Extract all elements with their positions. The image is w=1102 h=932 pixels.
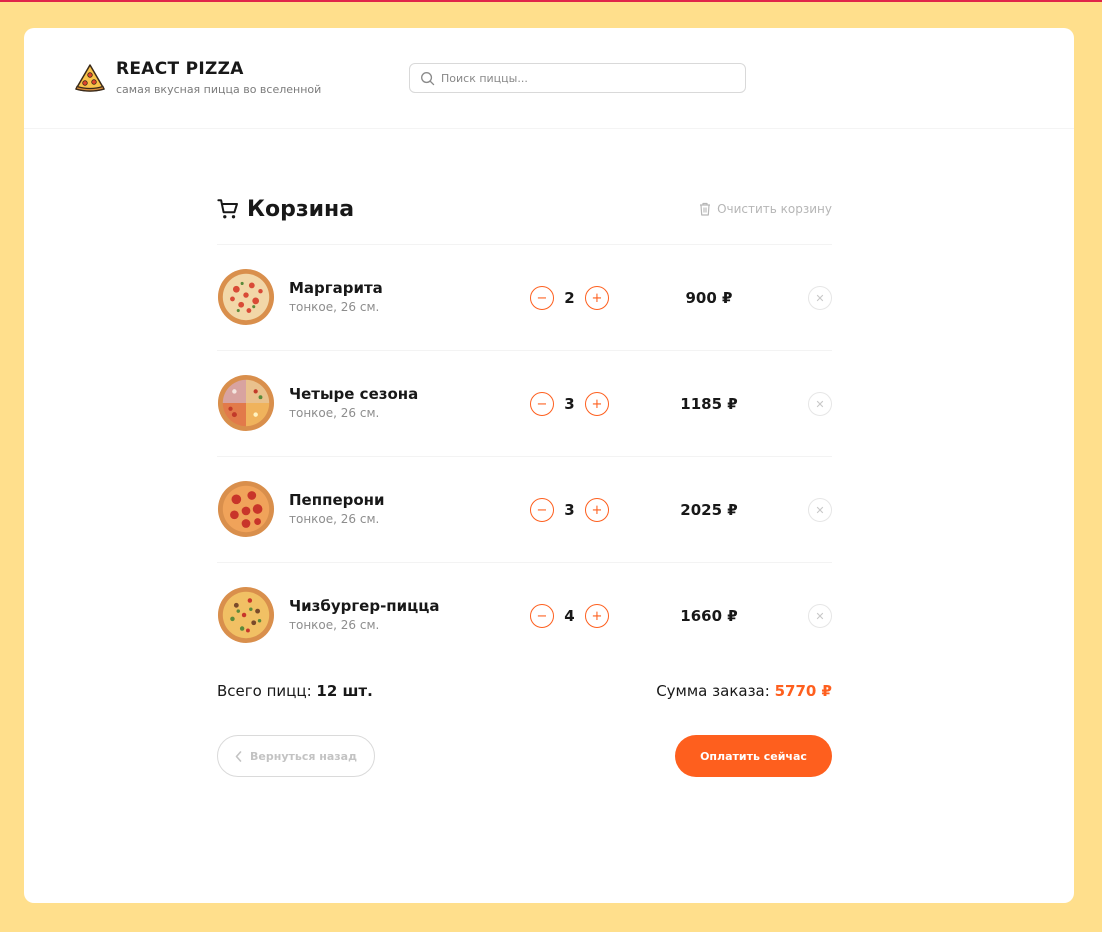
app-subtitle: самая вкусная пицца во вселенной — [116, 83, 322, 96]
item-price: 2025 ₽ — [680, 501, 738, 519]
cart-title-text: Корзина — [247, 196, 355, 222]
remove-item-button[interactable]: ✕ — [808, 392, 832, 416]
search-icon — [421, 71, 435, 85]
pizza-image — [217, 268, 275, 326]
total-count-label: Всего пицц: — [217, 682, 312, 700]
clear-cart-button[interactable]: Очистить корзину — [699, 202, 832, 216]
cart-actions: Вернуться назад Оплатить сейчас — [217, 735, 832, 777]
item-description: тонкое, 26 см. — [289, 618, 380, 632]
minus-icon[interactable]: − — [530, 498, 554, 522]
close-icon: ✕ — [815, 503, 825, 517]
item-name: Четыре сезона — [289, 385, 419, 403]
quantity-stepper: − 3 + — [530, 498, 609, 522]
close-icon: ✕ — [815, 397, 825, 411]
cart-section: Корзина Очистить корзину Маргарита тонко… — [217, 196, 832, 669]
plus-icon[interactable]: + — [585, 286, 609, 310]
remove-item-button[interactable]: ✕ — [808, 498, 832, 522]
remove-item-button[interactable]: ✕ — [808, 286, 832, 310]
pay-button-label: Оплатить сейчас — [700, 749, 807, 763]
item-info: Чизбургер-пицца тонкое, 26 см. — [289, 597, 440, 632]
back-button[interactable]: Вернуться назад — [217, 735, 375, 777]
item-info: Пепперони тонкое, 26 см. — [289, 491, 385, 526]
item-count: 3 — [564, 395, 575, 413]
item-count: 3 — [564, 501, 575, 519]
item-description: тонкое, 26 см. — [289, 300, 380, 314]
item-name: Пепперони — [289, 491, 385, 509]
logo[interactable]: REACT PIZZA самая вкусная пицца во вселе… — [74, 59, 321, 96]
cart-items: Маргарита тонкое, 26 см. − 2 + 900 ₽ ✕ Ч… — [217, 245, 832, 669]
item-price: 900 ₽ — [685, 289, 733, 307]
close-icon: ✕ — [815, 291, 825, 305]
item-description: тонкое, 26 см. — [289, 512, 380, 526]
cart-header: Корзина Очистить корзину — [217, 196, 832, 222]
plus-icon[interactable]: + — [585, 604, 609, 628]
cart-item: Пепперони тонкое, 26 см. − 3 + 2025 ₽ ✕ — [217, 457, 832, 563]
clear-cart-label: Очистить корзину — [717, 202, 832, 216]
pay-button[interactable]: Оплатить сейчас — [675, 735, 832, 777]
pizza-slice-icon — [75, 63, 105, 92]
minus-icon[interactable]: − — [530, 286, 554, 310]
cart-title: Корзина — [217, 197, 354, 222]
cart-item: Чизбургер-пицца тонкое, 26 см. − 4 + 166… — [217, 563, 832, 669]
search-input[interactable] — [441, 71, 721, 85]
item-description: тонкое, 26 см. — [289, 406, 380, 420]
item-count: 2 — [564, 289, 575, 307]
trash-icon — [700, 202, 711, 216]
item-price: 1185 ₽ — [680, 395, 738, 413]
item-info: Четыре сезона тонкое, 26 см. — [289, 385, 418, 420]
top-accent-line — [0, 0, 1102, 2]
item-name: Чизбургер-пицца — [289, 597, 440, 615]
plus-icon[interactable]: + — [585, 392, 609, 416]
quantity-stepper: − 2 + — [530, 286, 609, 310]
app-title: REACT PIZZA — [116, 59, 244, 79]
total-sum: Сумма заказа: 5770 ₽ — [656, 682, 832, 700]
cart-summary: Всего пицц: 12 шт. Сумма заказа: 5770 ₽ — [217, 682, 832, 700]
total-sum-value: 5770 ₽ — [774, 682, 832, 700]
back-button-label: Вернуться назад — [250, 749, 357, 763]
chevron-left-icon — [235, 750, 242, 762]
cart-item: Маргарита тонкое, 26 см. − 2 + 900 ₽ ✕ — [217, 245, 832, 351]
item-count: 4 — [564, 607, 575, 625]
search-box — [409, 63, 746, 93]
minus-icon[interactable]: − — [530, 392, 554, 416]
cart-item: Четыре сезона тонкое, 26 см. − 3 + 1185 … — [217, 351, 832, 457]
pizza-image — [217, 586, 275, 644]
pizza-image — [217, 374, 275, 432]
item-name: Маргарита — [289, 279, 383, 297]
remove-item-button[interactable]: ✕ — [808, 604, 832, 628]
total-count-value: 12 шт. — [316, 682, 373, 700]
item-price: 1660 ₽ — [680, 607, 738, 625]
total-sum-label: Сумма заказа: — [656, 682, 770, 700]
pizza-image — [217, 480, 275, 538]
cart-icon — [217, 199, 238, 219]
quantity-stepper: − 3 + — [530, 392, 609, 416]
item-info: Маргарита тонкое, 26 см. — [289, 279, 383, 314]
close-icon: ✕ — [815, 609, 825, 623]
plus-icon[interactable]: + — [585, 498, 609, 522]
quantity-stepper: − 4 + — [530, 604, 609, 628]
minus-icon[interactable]: − — [530, 604, 554, 628]
header: REACT PIZZA самая вкусная пицца во вселе… — [24, 28, 1074, 129]
total-count: Всего пицц: 12 шт. — [217, 682, 373, 700]
